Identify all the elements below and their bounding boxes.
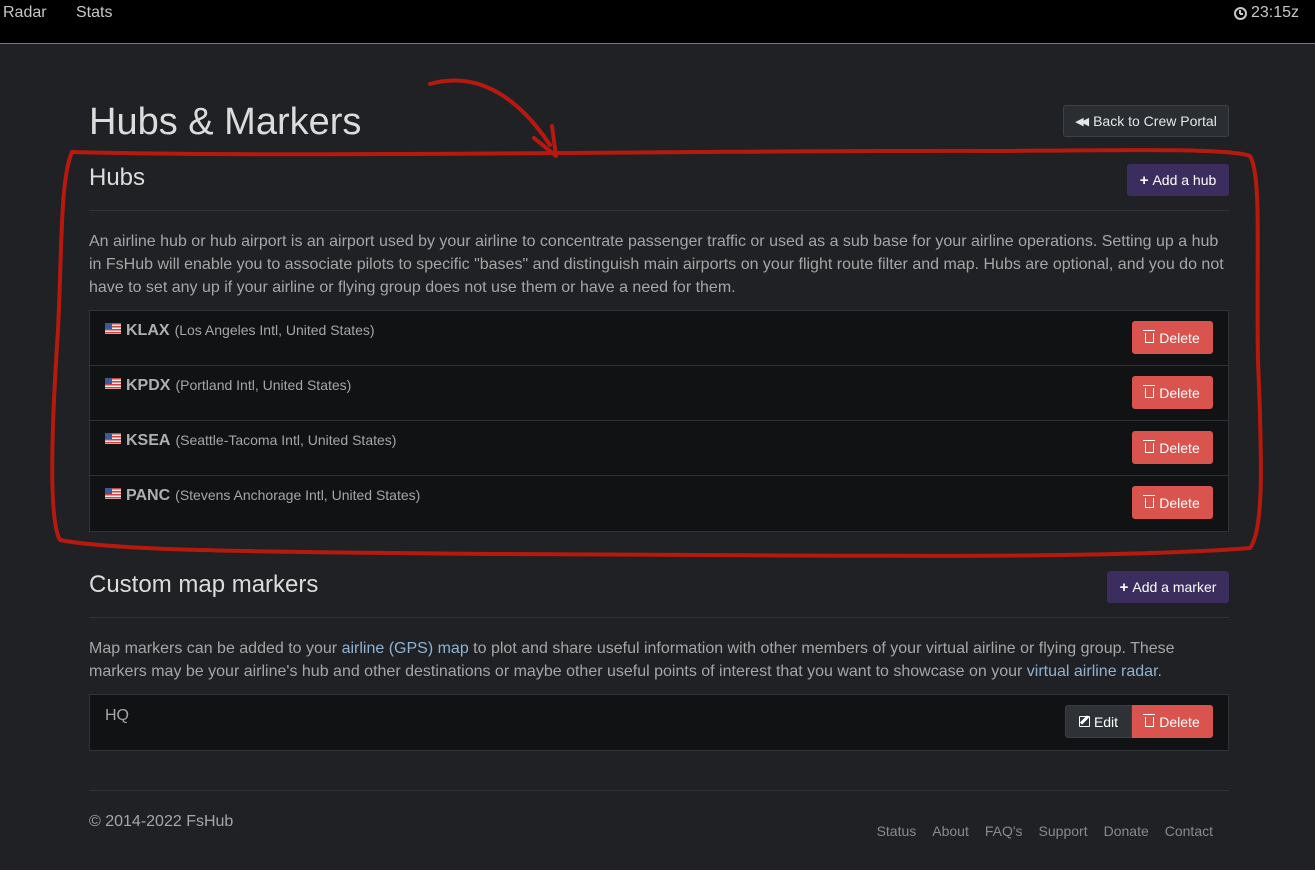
hub-label: KPDX (Portland Intl, United States) [105, 377, 351, 395]
hub-description: (Stevens Anchorage Intl, United States) [175, 487, 421, 503]
delete-label: Delete [1159, 384, 1200, 401]
fast-backward-icon: ◀◀ [1075, 115, 1089, 128]
hubs-section-title: Hubs [89, 164, 146, 191]
footer-divider [89, 790, 1229, 791]
edit-label: Edit [1093, 713, 1119, 730]
delete-hub-button[interactable]: Delete [1132, 431, 1213, 464]
virtual-airline-radar-link[interactable]: virtual airline radar [1027, 663, 1158, 680]
footer-link-support[interactable]: Support [1039, 823, 1088, 839]
us-flag-icon [105, 432, 121, 444]
us-flag-icon [105, 487, 121, 499]
delete-hub-button[interactable]: Delete [1132, 376, 1213, 409]
markers-section-title: Custom map markers [89, 571, 319, 598]
delete-label: Delete [1159, 329, 1200, 346]
markers-divider [89, 617, 1229, 618]
nav-stats-link[interactable]: Stats [76, 4, 112, 22]
markers-list: HQ Edit Delete [89, 694, 1229, 751]
hubs-divider [89, 210, 1229, 211]
page-title: Hubs & Markers [89, 101, 362, 143]
annotation-arrow-head [532, 124, 558, 158]
delete-hub-button[interactable]: Delete [1132, 486, 1213, 519]
list-item: KSEA (Seattle-Tacoma Intl, United States)… [90, 421, 1228, 476]
hubs-list: KLAX (Los Angeles Intl, United States) Del… [89, 310, 1229, 532]
hub-label: KSEA (Seattle-Tacoma Intl, United States) [105, 432, 396, 450]
trash-icon [1143, 384, 1156, 398]
delete-marker-button[interactable]: Delete [1132, 705, 1213, 738]
delete-label: Delete [1159, 494, 1200, 511]
clock-time: 23:15z [1250, 4, 1299, 21]
list-item: KLAX (Los Angeles Intl, United States) Del… [90, 311, 1228, 366]
trash-icon [1143, 713, 1156, 727]
trash-icon [1143, 329, 1156, 343]
airline-gps-map-link[interactable]: airline (GPS) map [342, 640, 469, 657]
utc-clock: 23:15z [1233, 4, 1299, 22]
trash-icon [1143, 494, 1156, 508]
add-marker-button[interactable]: + Add a marker [1107, 571, 1229, 603]
hub-description: (Seattle-Tacoma Intl, United States) [175, 432, 397, 448]
hub-code: KPDX [126, 377, 171, 394]
us-flag-icon [105, 322, 121, 334]
edit-marker-button[interactable]: Edit [1065, 705, 1132, 738]
hub-label: KLAX (Los Angeles Intl, United States) [105, 322, 375, 340]
top-navbar: Radar Stats 23:15z [0, 0, 1315, 44]
hub-description: (Portland Intl, United States) [175, 377, 352, 393]
add-hub-button[interactable]: + Add a hub [1127, 164, 1229, 196]
footer-link-contact[interactable]: Contact [1165, 823, 1213, 839]
plus-icon: + [1119, 578, 1129, 596]
trash-icon [1143, 439, 1156, 453]
delete-label: Delete [1159, 439, 1200, 456]
marker-name: HQ [105, 707, 129, 724]
footer-link-faqs[interactable]: FAQ's [985, 823, 1023, 839]
hub-label: PANC (Stevens Anchorage Intl, United Stat… [105, 487, 420, 505]
back-button-label: Back to Crew Portal [1093, 113, 1217, 129]
markers-desc-text-1: Map markers can be added to your [89, 640, 342, 657]
us-flag-icon [105, 377, 121, 389]
add-marker-label: Add a marker [1132, 579, 1217, 595]
footer-link-donate[interactable]: Donate [1104, 823, 1149, 839]
plus-icon: + [1139, 171, 1149, 189]
markers-description: Map markers can be added to your airline… [89, 637, 1229, 683]
edit-icon [1078, 716, 1090, 727]
clock-icon [1233, 6, 1247, 20]
nav-radar-link[interactable]: Radar [3, 4, 47, 22]
list-item: PANC (Stevens Anchorage Intl, United Stat… [90, 476, 1228, 531]
hub-code: KLAX [126, 322, 170, 339]
hub-code: PANC [126, 487, 171, 504]
footer-link-status[interactable]: Status [877, 823, 917, 839]
markers-desc-text-3: . [1157, 663, 1162, 680]
annotation-arrow-line [428, 78, 552, 147]
list-item: HQ Edit Delete [90, 695, 1228, 750]
hub-description: (Los Angeles Intl, United States) [174, 322, 375, 338]
hubs-description: An airline hub or hub airport is an airp… [89, 233, 1224, 296]
delete-hub-button[interactable]: Delete [1132, 321, 1213, 354]
list-item: KPDX (Portland Intl, United States) Delete [90, 366, 1228, 421]
add-hub-label: Add a hub [1152, 172, 1217, 188]
footer-link-about[interactable]: About [932, 823, 969, 839]
footer-links: Status About FAQ's Support Donate Contac… [877, 823, 1213, 839]
delete-label: Delete [1159, 713, 1200, 730]
footer-copyright: © 2014-2022 FsHub [89, 813, 234, 830]
back-to-crew-portal-button[interactable]: ◀◀ Back to Crew Portal [1063, 105, 1229, 137]
hub-code: KSEA [126, 432, 171, 449]
